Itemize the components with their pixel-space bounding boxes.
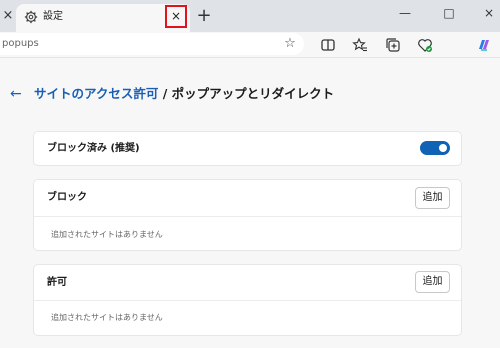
url-text: popups — [2, 38, 39, 49]
allow-section-card: 許可 追加 追加されたサイトはありません — [33, 264, 462, 336]
back-button[interactable]: ← — [10, 86, 22, 102]
divider — [34, 300, 461, 301]
block-empty-message: 追加されたサイトはありません — [51, 230, 163, 239]
tab-settings[interactable]: 設定 × — [16, 4, 190, 32]
window-close-button[interactable]: × — [478, 2, 500, 24]
previous-tab-close-button[interactable]: × — [0, 4, 16, 28]
divider — [34, 216, 461, 217]
blocked-setting-card: ブロック済み (推奨) — [33, 131, 462, 166]
blocked-setting-label: ブロック済み (推奨) — [47, 143, 140, 154]
browser-essentials-icon[interactable] — [417, 36, 433, 54]
address-field[interactable]: popups ☆ — [0, 33, 304, 55]
split-screen-icon[interactable] — [320, 36, 336, 54]
breadcrumb-link-site-permissions[interactable]: サイトのアクセス許可 — [34, 86, 158, 101]
copilot-icon[interactable] — [476, 36, 492, 54]
block-section-card: ブロック 追加 追加されたサイトはありません — [33, 179, 462, 251]
tab-strip: × 設定 × + — □ × — [0, 0, 500, 32]
allow-empty-message: 追加されたサイトはありません — [51, 313, 163, 322]
maximize-button[interactable]: □ — [438, 2, 460, 24]
breadcrumb-current: ポップアップとリダイレクト — [171, 86, 335, 101]
page-title: サイトのアクセス許可 / ポップアップとリダイレクト — [34, 85, 334, 103]
favorite-star-icon[interactable]: ☆ — [282, 35, 298, 53]
block-section-label: ブロック — [47, 192, 87, 203]
block-add-button[interactable]: 追加 — [415, 187, 450, 209]
blocked-toggle[interactable] — [420, 141, 450, 155]
collections-icon[interactable] — [385, 36, 401, 54]
gear-icon — [24, 10, 38, 24]
allow-add-button[interactable]: 追加 — [415, 271, 450, 293]
toolbar: popups ☆ — [0, 32, 500, 58]
toggle-knob — [439, 144, 447, 152]
tab-title: 設定 — [43, 11, 63, 22]
tab-close-button[interactable]: × — [165, 5, 187, 28]
minimize-button[interactable]: — — [394, 2, 416, 24]
new-tab-button[interactable]: + — [196, 6, 212, 26]
breadcrumb-separator: / — [158, 86, 172, 101]
favorites-icon[interactable] — [352, 36, 368, 54]
allow-section-label: 許可 — [47, 277, 67, 288]
